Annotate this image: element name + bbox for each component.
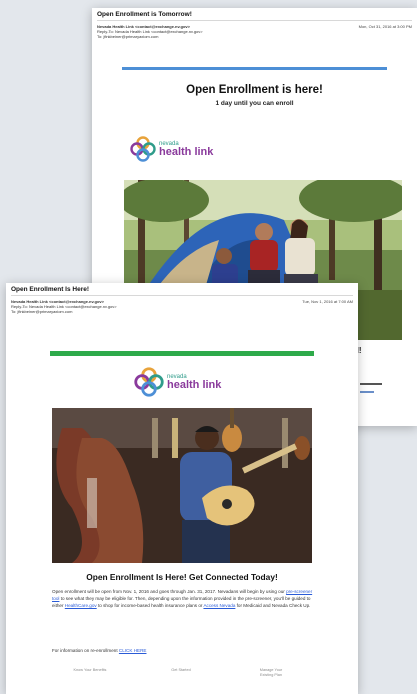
- logo-mark-icon: [134, 367, 164, 397]
- footer-get-started[interactable]: Get Started: [156, 668, 206, 673]
- link-fragment-line[interactable]: [360, 391, 374, 393]
- email-date: Mon, Oct 31, 2016 at 3:00 PM: [358, 24, 412, 29]
- email-headline: Open Enrollment is here!: [186, 84, 323, 96]
- nevada-health-link-logo[interactable]: nevada health link: [134, 367, 221, 397]
- click-here-link[interactable]: CLICK HERE: [119, 648, 147, 653]
- email-headline: Open Enrollment Is Here! Get Connected T…: [86, 572, 278, 582]
- email-meta: Nevada Health Link <contact@exchange.nv.…: [6, 296, 358, 317]
- email-window-front: Open Enrollment Is Here! Nevada Health L…: [6, 283, 358, 694]
- email-date: Tue, Nov 1, 2016 at 7:00 AM: [302, 299, 353, 304]
- guitar-shop-photo: [52, 408, 312, 563]
- text-fragment-line: [360, 383, 382, 385]
- footer-manage-line2: Existing Plan: [260, 673, 282, 677]
- healthcare-gov-link[interactable]: HealthCare.gov: [65, 603, 97, 608]
- recipient: To: jfinkbeiner@primaryaxiom.com: [97, 34, 159, 39]
- reenrollment-line: For information on re-enrollment CLICK H…: [52, 648, 146, 653]
- email-meta: Nevada Health Link <contact@exchange.nv.…: [92, 21, 417, 42]
- email-subhead: 1 day until you can enroll: [215, 100, 294, 107]
- logo-text-big: health link: [159, 145, 214, 158]
- email-body-text: Open enrollment will be open from Nov. 1…: [52, 588, 314, 610]
- body-text-part: for Medicaid and Nevada Check Up.: [235, 603, 311, 609]
- nevada-health-link-logo[interactable]: nevada health link: [130, 136, 213, 162]
- access-nevada-link[interactable]: Access Nevada: [203, 603, 235, 608]
- logo-text-big: health link: [167, 378, 222, 391]
- body-text-part: to shop for income-based health insuranc…: [96, 603, 204, 609]
- accent-bar: [122, 67, 387, 70]
- footer-manage-plan[interactable]: Manage Your Existing Plan: [241, 668, 301, 678]
- reenroll-text: For information on re-enrollment: [52, 648, 119, 653]
- recipient: To: jfinkbeiner@primaryaxiom.com: [11, 309, 73, 314]
- body-text-part: Open enrollment will be open from Nov. 1…: [52, 589, 287, 594]
- footer-know-benefits[interactable]: Know Your Benefits: [60, 668, 120, 673]
- logo-mark-icon: [130, 136, 156, 162]
- accent-bar: [50, 351, 314, 356]
- email-subject: Open Enrollment is Tomorrow!: [97, 11, 192, 18]
- email-subject: Open Enrollment Is Here!: [11, 286, 90, 293]
